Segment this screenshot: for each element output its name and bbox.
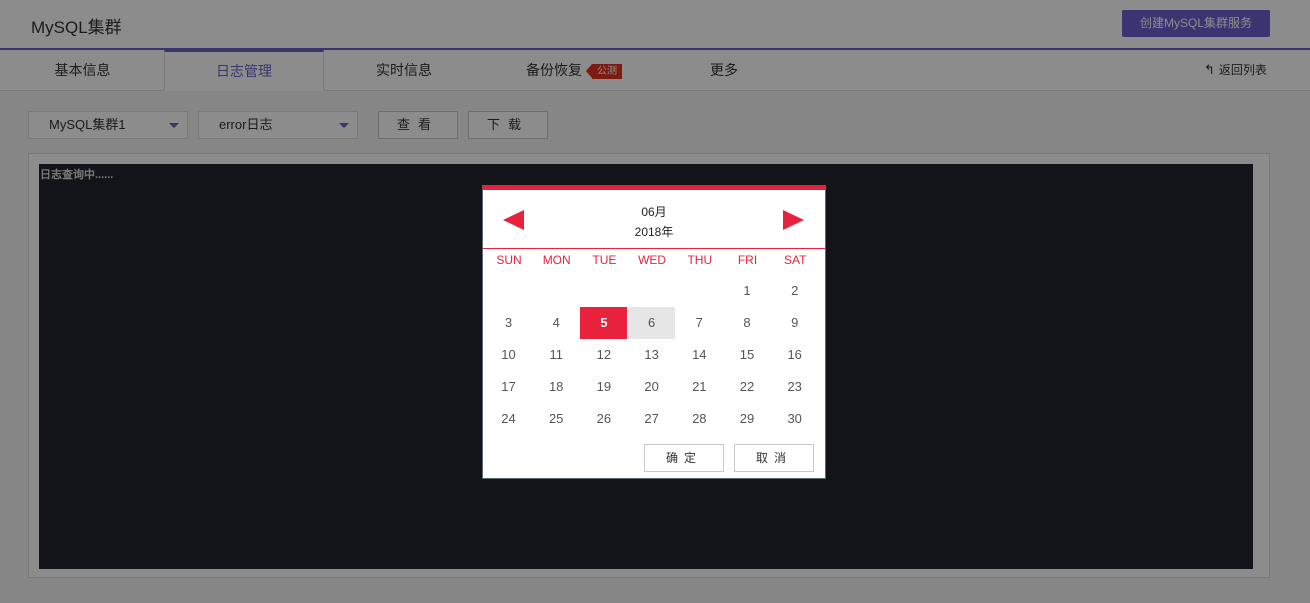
weekday-label: SAT xyxy=(783,253,807,267)
calendar-day[interactable]: 2 xyxy=(771,275,818,307)
calendar-day[interactable]: 7 xyxy=(676,307,723,339)
calendar-day[interactable]: 26 xyxy=(580,403,627,435)
calendar-day[interactable]: 18 xyxy=(533,371,580,403)
calendar-day[interactable]: 9 xyxy=(771,307,818,339)
weekday-label: SUN xyxy=(496,253,522,267)
calendar-day[interactable]: 15 xyxy=(724,339,771,371)
calendar-day[interactable]: 23 xyxy=(771,371,818,403)
calendar-day[interactable]: 19 xyxy=(580,371,627,403)
calendar-day[interactable]: 16 xyxy=(771,339,818,371)
weekday-label: MON xyxy=(542,253,571,267)
calendar-day[interactable]: 3 xyxy=(485,307,532,339)
weekday-label: THU xyxy=(687,253,713,267)
calendar-day[interactable]: 25 xyxy=(533,403,580,435)
calendar-day[interactable]: 20 xyxy=(628,371,675,403)
calendar-day[interactable]: 13 xyxy=(628,339,675,371)
calendar-day[interactable]: 5 xyxy=(580,307,628,339)
calendar-day[interactable]: 10 xyxy=(485,339,532,371)
calendar-day[interactable]: 29 xyxy=(724,403,771,435)
calendar-day[interactable]: 22 xyxy=(724,371,771,403)
weekday-row: SUN MON TUE WED THU FRI SAT xyxy=(485,253,821,273)
calendar-day[interactable]: 4 xyxy=(533,307,580,339)
weekday-label: FRI xyxy=(737,253,758,267)
calendar-day[interactable]: 27 xyxy=(628,403,675,435)
calendar-day[interactable]: 6 xyxy=(628,307,676,339)
date-picker: 06月 2018年 SUN MON TUE WED THU FRI SAT 12345678… xyxy=(482,185,826,479)
calendar-day[interactable]: 30 xyxy=(771,403,818,435)
calendar-header: 06月 2018年 xyxy=(483,190,825,249)
calendar-year: 2018年 xyxy=(634,225,674,239)
next-month-icon[interactable] xyxy=(783,210,804,230)
calendar-day[interactable]: 17 xyxy=(485,371,532,403)
calendar-day[interactable]: 21 xyxy=(676,371,723,403)
cancel-button[interactable]: 取消 xyxy=(734,444,814,472)
weekday-label: WED xyxy=(638,253,667,267)
calendar-day[interactable]: 1 xyxy=(724,275,771,307)
calendar-day[interactable]: 28 xyxy=(676,403,723,435)
calendar-day[interactable]: 12 xyxy=(580,339,627,371)
calendar-day[interactable]: 24 xyxy=(485,403,532,435)
calendar-month: 06月 xyxy=(641,205,667,219)
confirm-button[interactable]: 确定 xyxy=(644,444,724,472)
weekday-label: TUE xyxy=(592,253,617,267)
calendar-day[interactable]: 11 xyxy=(533,339,580,371)
calendar-day[interactable]: 8 xyxy=(724,307,771,339)
calendar-day[interactable]: 14 xyxy=(676,339,723,371)
